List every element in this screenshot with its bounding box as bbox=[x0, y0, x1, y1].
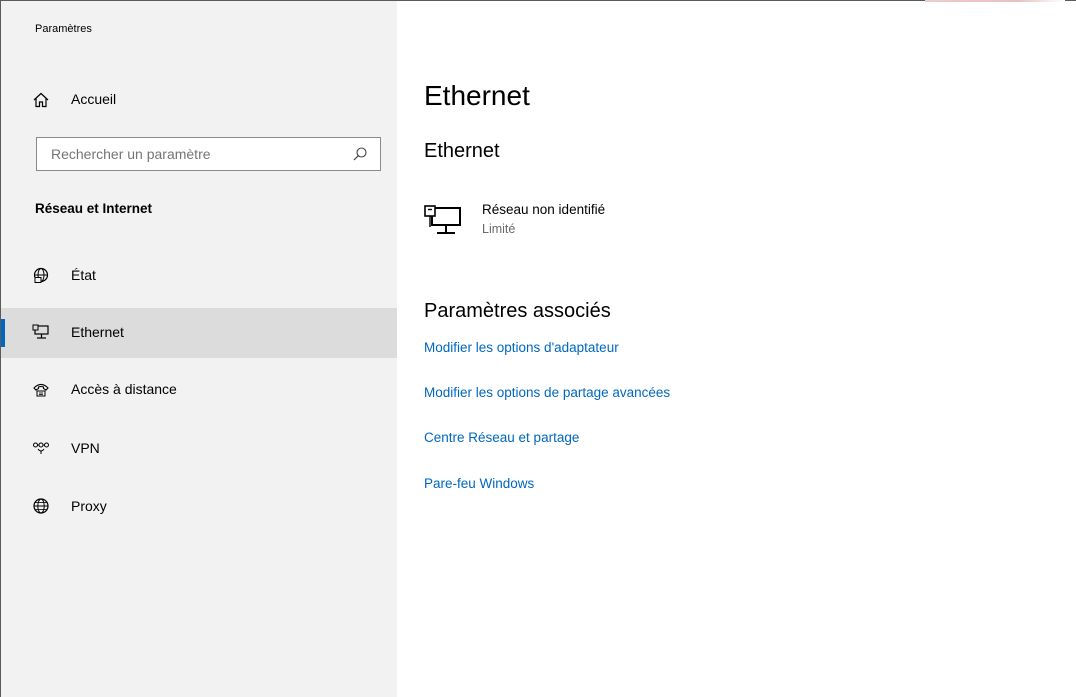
main-content: Ethernet Ethernet Réseau non identifié L… bbox=[397, 0, 1076, 697]
sidebar-item-label: VPN bbox=[71, 440, 100, 456]
ethernet-icon bbox=[32, 324, 49, 339]
dialup-phone-icon bbox=[33, 383, 49, 397]
network-computer-icon bbox=[424, 205, 461, 234]
search-input[interactable] bbox=[51, 146, 341, 162]
network-sharing-center-link[interactable]: Centre Réseau et partage bbox=[424, 430, 579, 445]
network-status: Limité bbox=[482, 222, 516, 236]
section-subtitle: Ethernet bbox=[424, 140, 500, 162]
section-title: Réseau et Internet bbox=[35, 201, 153, 216]
sidebar-item-label: Proxy bbox=[71, 498, 107, 514]
home-icon bbox=[33, 92, 49, 108]
adapter-options-link[interactable]: Modifier les options d'adaptateur bbox=[424, 340, 619, 355]
sidebar-item-etat[interactable]: État bbox=[1, 251, 397, 301]
app-title: Paramètres bbox=[35, 23, 92, 35]
network-status-card[interactable]: Réseau non identifié Limité bbox=[424, 198, 724, 248]
sidebar-item-acces-distance[interactable]: Accès à distance bbox=[1, 365, 397, 415]
search-icon[interactable] bbox=[352, 146, 368, 162]
sidebar-item-label: Ethernet bbox=[71, 324, 124, 340]
advanced-sharing-link[interactable]: Modifier les options de partage avancées bbox=[424, 385, 670, 400]
globe-status-icon bbox=[33, 267, 49, 283]
globe-icon bbox=[33, 498, 49, 514]
sidebar-item-label: Accès à distance bbox=[71, 381, 177, 397]
sidebar-item-vpn[interactable]: VPN bbox=[1, 424, 397, 474]
related-settings-title: Paramètres associés bbox=[424, 300, 611, 322]
selection-indicator bbox=[1, 319, 5, 347]
sidebar-item-label: État bbox=[71, 267, 96, 283]
search-box[interactable] bbox=[36, 137, 381, 171]
sidebar: Paramètres Accueil Réseau et Internet Ét… bbox=[0, 0, 397, 697]
vpn-icon bbox=[33, 442, 49, 454]
network-name: Réseau non identifié bbox=[482, 202, 606, 217]
page-title: Ethernet bbox=[424, 80, 530, 111]
home-label: Accueil bbox=[71, 91, 117, 107]
sidebar-item-ethernet[interactable]: Ethernet bbox=[1, 308, 397, 358]
sidebar-item-proxy[interactable]: Proxy bbox=[1, 482, 397, 532]
windows-firewall-link[interactable]: Pare-feu Windows bbox=[424, 476, 534, 491]
home-nav-item[interactable]: Accueil bbox=[1, 84, 397, 114]
